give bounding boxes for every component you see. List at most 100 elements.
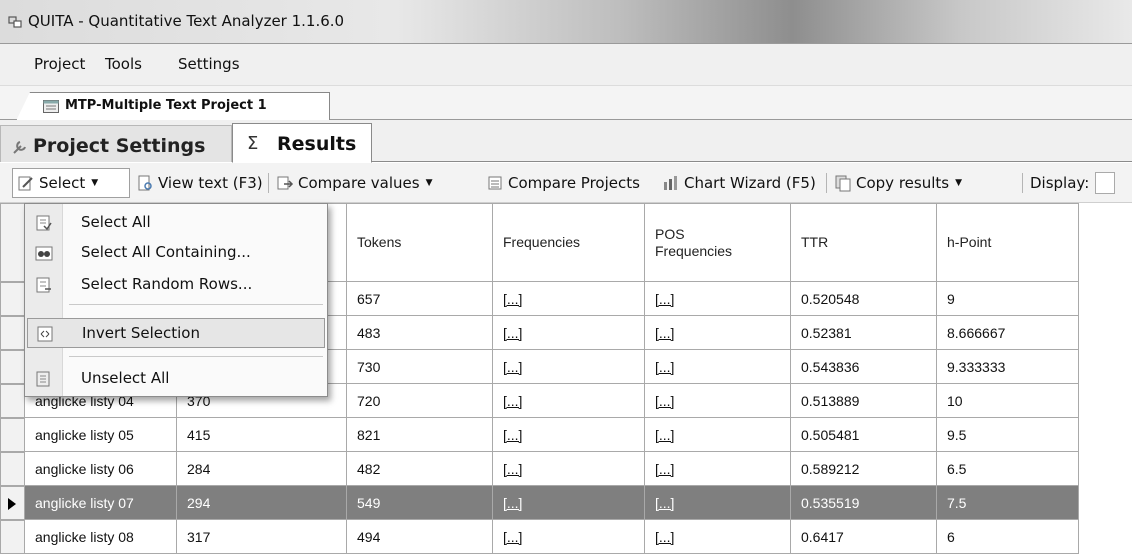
cell-types: 317 [176, 519, 347, 554]
menu-project[interactable]: Project [34, 55, 85, 73]
cell-tokens: 549 [346, 485, 493, 520]
display-mode-icon[interactable] [1095, 172, 1116, 194]
menu-separator [69, 356, 323, 357]
cell-tokens: 657 [346, 281, 493, 316]
document-tab[interactable]: MTP-Multiple Text Project 1 [16, 92, 330, 121]
view-text-label: View text (F3) [158, 174, 263, 192]
document-tab-strip: MTP-Multiple Text Project 1 [0, 86, 1132, 121]
menu-settings[interactable]: Settings [178, 55, 240, 73]
cell-types: 294 [176, 485, 347, 520]
cell-h-point: 9.333333 [936, 349, 1079, 384]
menu-item-label: Select All [81, 213, 151, 231]
menu-item-select-all-containing[interactable]: Select All Containing... [25, 238, 327, 268]
row-header[interactable] [0, 520, 24, 554]
cell-frequencies-link[interactable]: [...] [492, 281, 645, 316]
select-icon [18, 176, 33, 191]
table-row[interactable]: anglicke listy 06 284 482 [...] [...] 0.58921… [24, 451, 1079, 486]
compare-projects-button[interactable]: Compare Projects [486, 163, 640, 203]
row-header[interactable] [0, 350, 24, 384]
cell-tokens: 730 [346, 349, 493, 384]
column-header-pos-frequencies[interactable]: POS Frequencies [644, 203, 791, 282]
cell-frequencies-link[interactable]: [...] [492, 519, 645, 554]
window-title: QUITA - Quantitative Text Analyzer 1.1.6… [28, 12, 345, 30]
select-dropdown-button[interactable]: Select ▼ [12, 168, 130, 198]
menu-item-label: Select All Containing... [81, 243, 251, 261]
menu-item-label: Select Random Rows... [81, 275, 253, 293]
row-header[interactable] [0, 452, 24, 486]
cell-frequencies-link[interactable]: [...] [492, 383, 645, 418]
tab-project-settings-label: Project Settings [33, 135, 206, 157]
cell-pos-frequencies-link[interactable]: [...] [644, 383, 791, 418]
menu-item-select-random-rows[interactable]: Select Random Rows... [25, 270, 327, 300]
chart-wizard-icon [664, 176, 677, 190]
compare-projects-icon [488, 176, 502, 190]
column-header-tokens[interactable]: Tokens [346, 203, 493, 282]
cell-pos-frequencies-link[interactable]: [...] [644, 417, 791, 452]
column-header-ttr[interactable]: TTR [790, 203, 937, 282]
menu-item-label: Invert Selection [82, 324, 200, 342]
cell-frequencies-link[interactable]: [...] [492, 485, 645, 520]
column-header-frequencies[interactable]: Frequencies [492, 203, 645, 282]
menu-item-select-all[interactable]: Select All [25, 208, 327, 238]
cell-tokens: 821 [346, 417, 493, 452]
cell-ttr: 0.520548 [790, 281, 937, 316]
menu-tools[interactable]: Tools [105, 55, 142, 73]
copy-icon [835, 175, 851, 192]
copy-results-button[interactable]: Copy results ▼ [834, 163, 962, 203]
select-label: Select [39, 174, 86, 192]
cell-h-point: 9 [936, 281, 1079, 316]
cell-h-point: 8.666667 [936, 315, 1079, 350]
cell-frequencies-link[interactable]: [...] [492, 451, 645, 486]
compare-values-button[interactable]: Compare values ▼ [276, 163, 433, 203]
table-row[interactable]: anglicke listy 05 415 821 [...] [...] 0.50548… [24, 417, 1079, 452]
cell-pos-frequencies-link[interactable]: [...] [644, 349, 791, 384]
menu-bar: Project Tools Settings [0, 44, 1132, 86]
cell-pos-frequencies-link[interactable]: [...] [644, 519, 791, 554]
compare-projects-label: Compare Projects [508, 174, 640, 192]
select-menu: Select All Select All Containing... Sele… [24, 203, 328, 397]
cell-pos-frequencies-link[interactable]: [...] [644, 451, 791, 486]
table-row[interactable]: anglicke listy 08 317 494 [...] [...] 0.6417 6 [24, 519, 1079, 554]
row-header[interactable] [0, 282, 24, 316]
cell-tokens: 482 [346, 451, 493, 486]
chart-wizard-button[interactable]: Chart Wizard (F5) [662, 163, 816, 203]
toolbar-separator [826, 173, 827, 193]
cell-pos-frequencies-link[interactable]: [...] [644, 315, 791, 350]
row-header[interactable] [0, 316, 24, 350]
cell-frequencies-link[interactable]: [...] [492, 315, 645, 350]
cell-pos-frequencies-link[interactable]: [...] [644, 281, 791, 316]
cell-frequencies-link[interactable]: [...] [492, 417, 645, 452]
cell-ttr: 0.535519 [790, 485, 937, 520]
wrench-icon [13, 141, 26, 154]
chart-wizard-label: Chart Wizard (F5) [684, 174, 816, 192]
row-header[interactable] [0, 384, 24, 418]
cell-ttr: 0.52381 [790, 315, 937, 350]
tab-results[interactable]: Σ Results [232, 123, 372, 163]
cell-tokens: 720 [346, 383, 493, 418]
cell-ttr: 0.6417 [790, 519, 937, 554]
view-text-icon [138, 175, 152, 191]
tab-results-label: Results [277, 133, 357, 155]
view-text-button[interactable]: View text (F3) [136, 163, 263, 203]
row-header[interactable] [0, 418, 24, 452]
column-header-h-point[interactable]: h-Point [936, 203, 1079, 282]
current-row-indicator[interactable] [0, 486, 24, 520]
cell-ttr: 0.589212 [790, 451, 937, 486]
menu-item-unselect-all[interactable]: Unselect All [25, 364, 327, 394]
cell-text-name: anglicke listy 08 [24, 519, 177, 554]
compare-values-icon [277, 176, 294, 190]
toolbar-separator [268, 173, 269, 193]
copy-results-label: Copy results [856, 174, 950, 192]
display-label-group: Display: [1030, 163, 1116, 203]
unselect-all-icon [36, 371, 50, 387]
menu-item-label: Unselect All [81, 369, 170, 387]
chevron-down-icon: ▼ [425, 178, 433, 188]
cell-text-name: anglicke listy 07 [24, 485, 177, 520]
table-row[interactable]: anglicke listy 07 294 549 [...] [...] 0.53551… [24, 485, 1079, 520]
cell-h-point: 6.5 [936, 451, 1079, 486]
menu-item-invert-selection[interactable]: Invert Selection [27, 318, 325, 348]
cell-pos-frequencies-link[interactable]: [...] [644, 485, 791, 520]
tab-project-settings[interactable]: Project Settings [0, 125, 232, 162]
cell-frequencies-link[interactable]: [...] [492, 349, 645, 384]
cell-tokens: 494 [346, 519, 493, 554]
